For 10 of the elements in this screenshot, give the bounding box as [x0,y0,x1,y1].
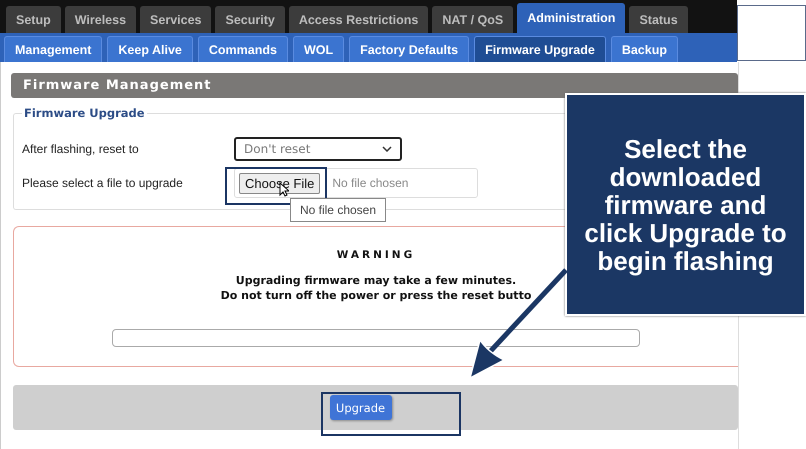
warning-text: Upgrading firmware may take a few minutes. [236,273,516,288]
tooltip: No file chosen [290,198,386,222]
warning-title: WARNING [336,249,416,261]
callout-text: Select the downloaded firmware and click Upgrade to begin flashing [583,134,788,274]
field-label: Please select a file to upgrade [22,176,184,190]
file-status: No file chosen [332,176,408,190]
section-header: Firmware Management [11,73,738,98]
warning-text: Do not turn off the power or press the reset butto [220,288,532,303]
fieldset-legend: Firmware Upgrade [22,106,147,120]
field-label: After flashing, reset to [22,142,140,156]
